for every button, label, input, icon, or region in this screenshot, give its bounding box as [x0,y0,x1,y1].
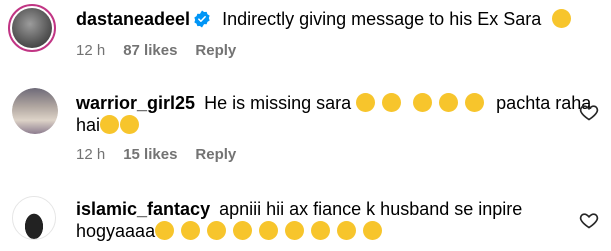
comment-item: warrior_girl25 He is missing sara pachta… [0,80,611,180]
rolling-on-floor-laughing-icon [177,217,204,244]
likes-count[interactable]: 15 likes [123,146,177,163]
avatar[interactable] [12,196,56,240]
reply-button[interactable]: Reply [195,146,236,163]
loudly-crying-face-icon [337,221,357,240]
comment-item: islamic_fantacy apniii hii ax fiance k h… [0,180,611,251]
heart-eyes-icon [382,93,402,112]
rolling-on-floor-laughing-icon [203,217,230,244]
rolling-on-floor-laughing-icon [255,217,282,244]
comment-meta: 12 h 15 likes Reply [76,146,236,163]
avatar[interactable] [12,88,58,134]
rolling-on-floor-laughing-icon [151,217,178,244]
face-with-tears-of-joy-icon [100,115,120,134]
comment-text-row: warrior_girl25 He is missing sara pachta… [76,92,591,114]
comment-text-row: dastaneadeel Indirectly giving message t… [76,8,572,30]
comment-body-line2: hai [76,115,101,135]
verified-badge-icon [194,10,210,28]
face-with-tears-of-joy-icon [120,115,140,134]
comment-username[interactable]: islamic_fantacy [76,199,210,219]
rolling-on-floor-laughing-icon [281,217,308,244]
heart-eyes-icon [356,93,376,112]
comment-body: apniii hii ax fiance k husband se inpire [219,199,523,219]
reply-button[interactable]: Reply [195,42,236,59]
comment-username[interactable]: warrior_girl25 [76,93,195,113]
face-with-tears-of-joy-icon [413,93,433,112]
loudly-crying-face-icon [311,221,331,240]
like-heart-icon[interactable] [579,210,599,230]
face-with-tears-of-joy-icon [439,93,459,112]
loudly-crying-face-icon [363,221,383,240]
comment-body: He is missing sara [204,93,352,113]
like-heart-icon[interactable] [579,102,599,122]
comment-body-line2: hogyaaaa [76,221,156,241]
comment-time: 12 h [76,42,106,59]
comment-body: Indirectly giving message to his Ex Sara [222,9,542,29]
comment-text-row: islamic_fantacy apniii hii ax fiance k h… [76,198,522,220]
rolling-on-floor-laughing-icon [229,217,256,244]
face-with-tears-of-joy-icon [465,93,485,112]
face-with-tears-of-joy-icon [552,9,572,28]
comment-meta: 12 h 87 likes Reply [76,42,236,59]
comment-text-row: hai [76,114,140,136]
likes-count[interactable]: 87 likes [123,42,177,59]
comment-username[interactable]: dastaneadeel [76,9,190,29]
comment-text-row: hogyaaaa [76,217,383,244]
comment-time: 12 h [76,146,106,163]
avatar[interactable] [8,4,56,52]
comment-body-continued: pachta raha [496,93,592,113]
comment-item: dastaneadeel Indirectly giving message t… [0,0,611,80]
